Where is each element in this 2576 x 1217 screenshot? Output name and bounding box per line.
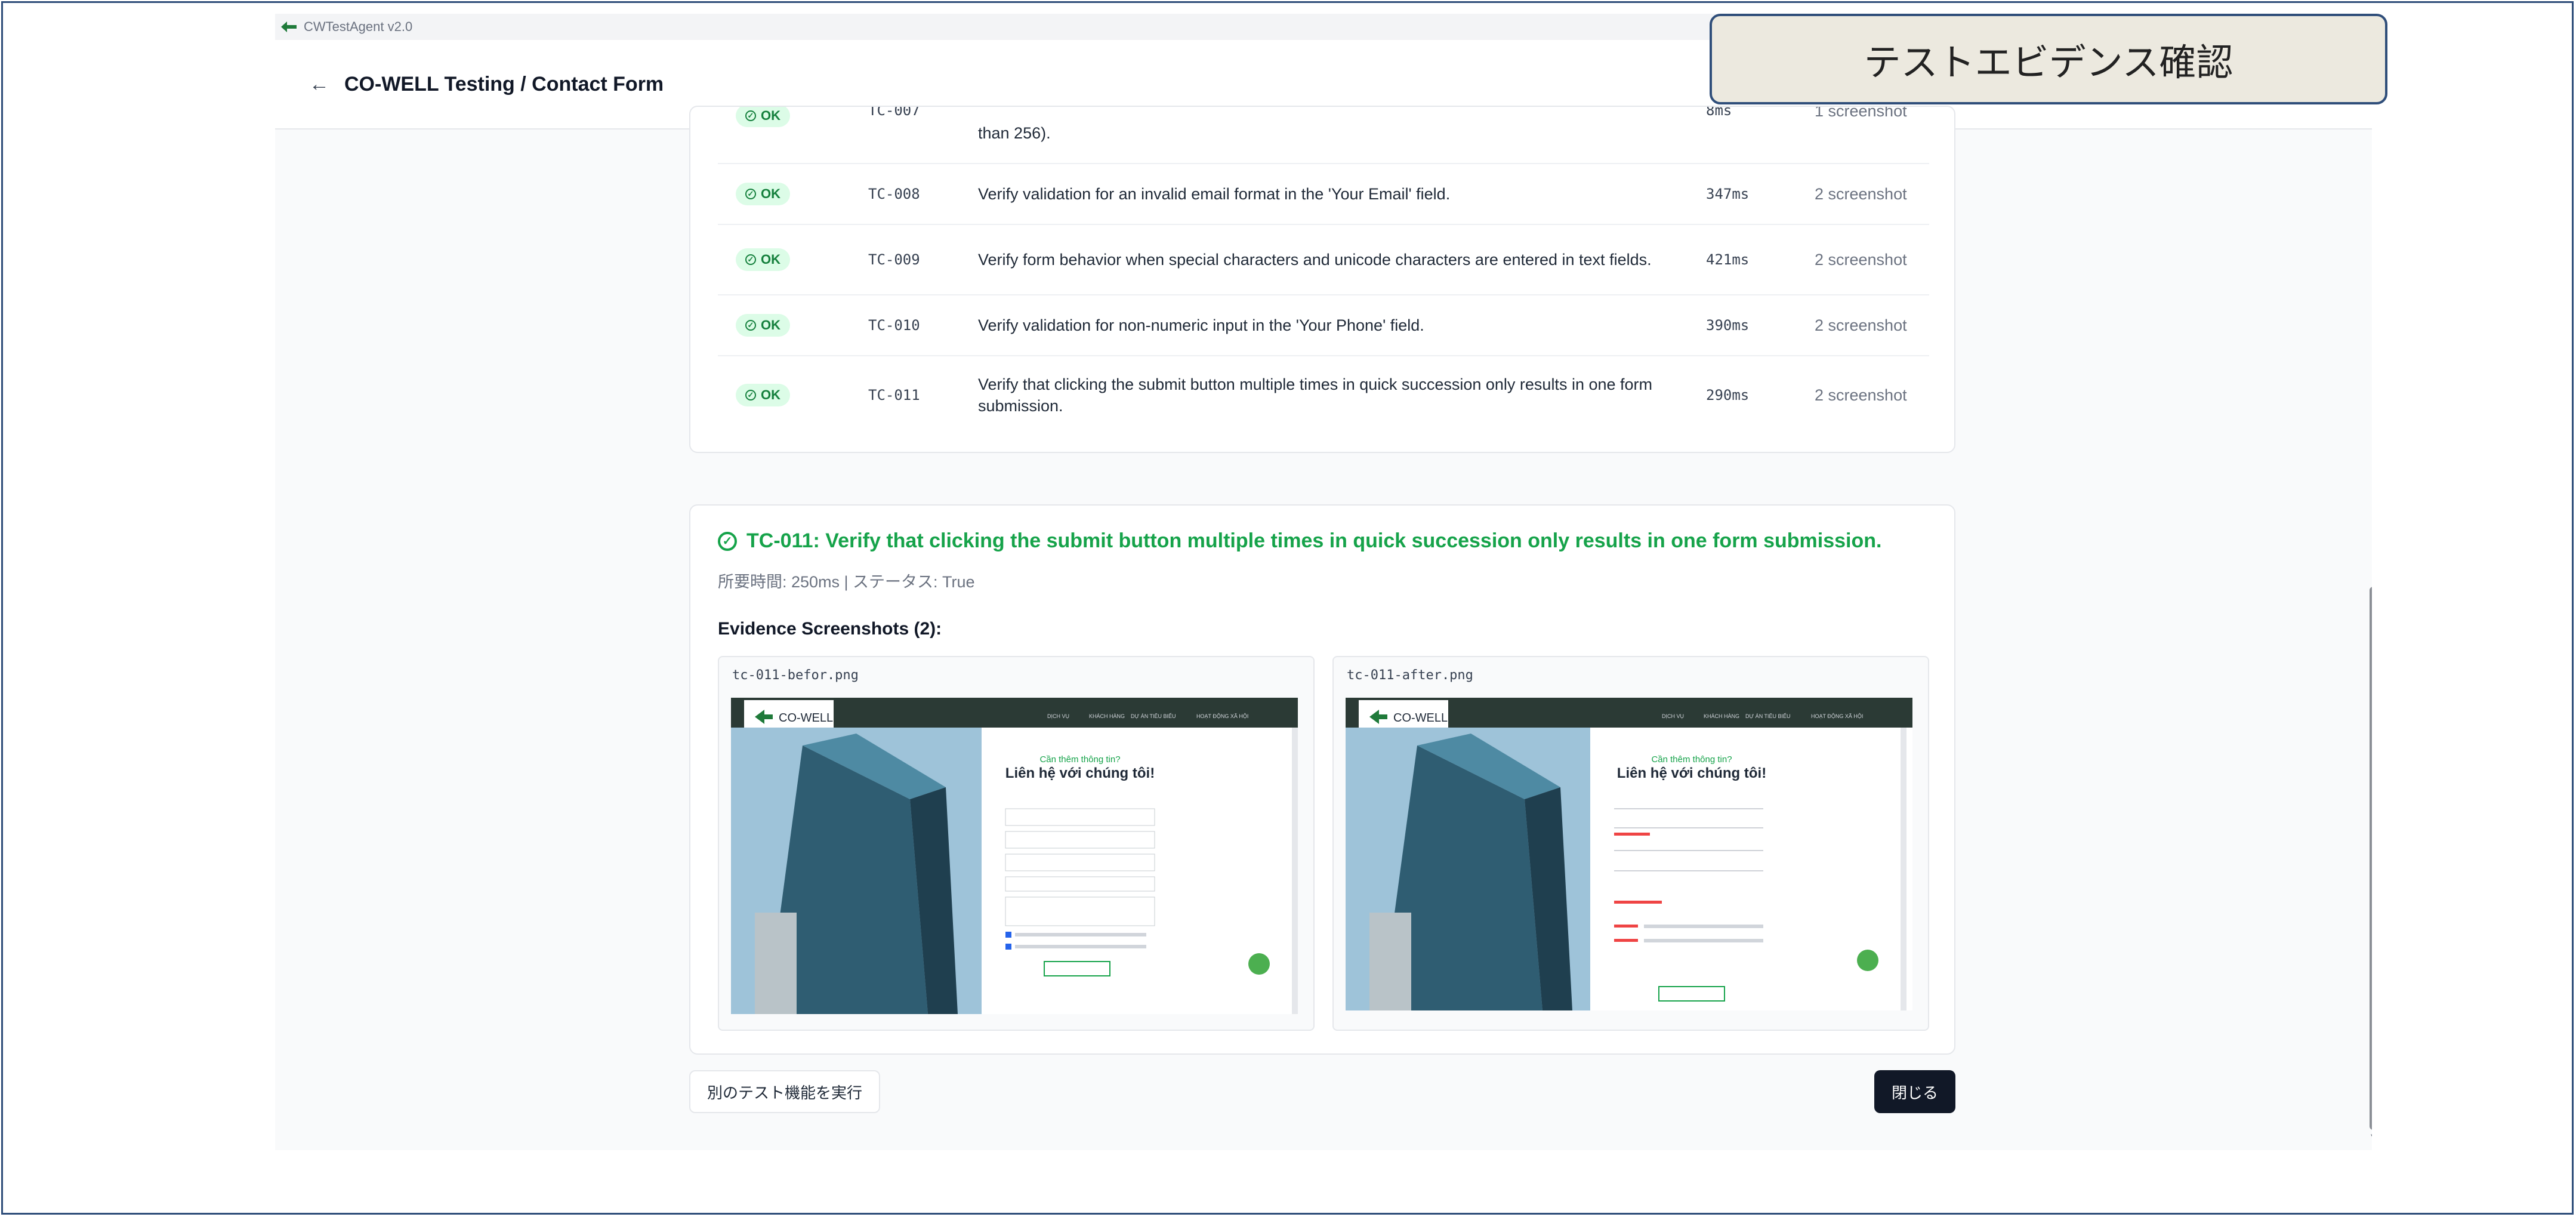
- screenshot-subheading: Cần thêm thông tin?: [1039, 754, 1120, 765]
- scrollbar-thumb[interactable]: [2370, 587, 2372, 1130]
- test-description: Verify validation for non-numeric input …: [978, 316, 1424, 334]
- page-title: CO-WELL Testing / Contact Form: [344, 72, 664, 95]
- screenshot-nav-3: DỰ ÁN TIÊU BIỂU: [1131, 713, 1176, 719]
- screenshot-heading: Liên hệ với chúng tôi!: [1617, 765, 1766, 781]
- main-content: ✓ OK TC-007 than 256). 8ms 1 screenshot ✓…: [689, 106, 1955, 1055]
- check-circle-icon: ✓: [718, 531, 737, 551]
- screenshot-filename: tc-011-befor.png: [732, 668, 859, 683]
- screenshot-thumbnail[interactable]: CO-WELL DỊCH VỤ KHÁCH HÀNG DỰ ÁN TIÊU BI…: [1346, 698, 1912, 1010]
- test-description: Verify validation for an invalid email f…: [978, 185, 1451, 203]
- screenshot-frame: CWTestAgent v2.0 ← CO-WELL Testing / Con…: [1, 1, 2574, 1215]
- status-badge: ✓ OK: [736, 384, 790, 406]
- check-circle-icon: ✓: [745, 390, 756, 400]
- table-row[interactable]: ✓ OK TC-008 Verify validation for an inva…: [718, 164, 1929, 225]
- annotation-callout: テストエビデンス確認: [1710, 14, 2387, 104]
- screenshot-count-link[interactable]: 1 screenshot: [1815, 107, 1907, 121]
- test-duration: 8ms: [1706, 106, 1732, 119]
- screenshot-nav-1: DỊCH VỤ: [1662, 713, 1684, 719]
- screenshot-heading: Liên hệ với chúng tôi!: [1005, 765, 1155, 781]
- scroll-down-arrow-icon[interactable]: ▼: [2368, 1131, 2372, 1145]
- check-circle-icon: ✓: [745, 320, 756, 331]
- screenshot-card[interactable]: tc-011-after.png CO-WELL DỊCH VỤ KHÁCH H…: [1332, 656, 1929, 1031]
- results-table: ✓ OK TC-007 than 256). 8ms 1 screenshot ✓…: [689, 106, 1955, 453]
- test-detail-card: ✓ TC-011: Verify that clicking the submi…: [689, 504, 1955, 1055]
- screenshot-filename: tc-011-after.png: [1347, 668, 1473, 683]
- screenshot-count-link[interactable]: 2 screenshot: [1815, 251, 1907, 269]
- test-case-id: TC-008: [868, 186, 920, 202]
- arrow-left-icon: ←: [309, 72, 329, 95]
- test-description: than 256).: [978, 124, 1051, 142]
- detail-meta: 所要時間: 250ms | ステータス: True: [718, 573, 975, 591]
- screenshot-count-link[interactable]: 2 screenshot: [1815, 386, 1907, 405]
- screenshot-nav-4: HOẠT ĐỘNG XÃ HỘI: [1196, 713, 1248, 719]
- screenshot-thumbnail[interactable]: CO-WELL DỊCH VỤ KHÁCH HÀNG DỰ ÁN TIÊU BI…: [731, 698, 1298, 1014]
- screenshot-image: CO-WELL DỊCH VỤ KHÁCH HÀNG DỰ ÁN TIÊU BI…: [1346, 698, 1912, 1010]
- table-row[interactable]: ✓ OK TC-007 than 256). 8ms 1 screenshot: [718, 107, 1929, 164]
- screenshot-nav-3: DỰ ÁN TIÊU BIỂU: [1745, 713, 1791, 719]
- table-row[interactable]: ✓ OK TC-009 Verify form behavior when spe…: [718, 225, 1929, 295]
- table-row[interactable]: ✓ OK TC-011 Verify that clicking the subm…: [718, 356, 1929, 434]
- back-button[interactable]: ←: [301, 66, 337, 102]
- screenshot-logo-text: CO-WELL: [1393, 711, 1448, 725]
- close-button[interactable]: 閉じる: [1874, 1070, 1955, 1113]
- status-badge: ✓ OK: [736, 314, 790, 337]
- screenshot-logo-text: CO-WELL: [779, 711, 833, 725]
- screenshot-image: CO-WELL DỊCH VỤ KHÁCH HÀNG DỰ ÁN TIÊU BI…: [731, 698, 1298, 1014]
- test-description: Verify form behavior when special charac…: [978, 251, 1652, 269]
- test-description: Verify that clicking the submit button m…: [978, 375, 1653, 415]
- screenshot-card[interactable]: tc-011-befor.png CO-WELL DỊCH VỤ KHÁCH H…: [718, 656, 1315, 1031]
- test-case-id: TC-009: [868, 251, 920, 268]
- test-case-id: TC-010: [868, 317, 920, 334]
- table-row[interactable]: ✓ OK TC-010 Verify validation for non-num…: [718, 295, 1929, 356]
- check-circle-icon: ✓: [745, 254, 756, 265]
- screenshot-subheading: Cần thêm thông tin?: [1651, 754, 1732, 765]
- check-circle-icon: ✓: [745, 189, 756, 199]
- check-circle-icon: ✓: [745, 110, 756, 121]
- detail-title: ✓ TC-011: Verify that clicking the submi…: [718, 529, 1881, 553]
- window-title: CWTestAgent v2.0: [304, 19, 413, 34]
- screenshot-count-link[interactable]: 2 screenshot: [1815, 185, 1907, 204]
- status-badge: ✓ OK: [736, 107, 790, 127]
- app-window: CWTestAgent v2.0 ← CO-WELL Testing / Con…: [275, 14, 2372, 1150]
- screenshot-nav-4: HOẠT ĐỘNG XÃ HỘI: [1811, 713, 1863, 719]
- test-duration: 347ms: [1706, 186, 1750, 202]
- test-duration: 421ms: [1706, 251, 1750, 268]
- test-case-id: TC-007: [868, 106, 920, 119]
- test-case-id: TC-011: [868, 387, 920, 403]
- run-other-test-button[interactable]: 別のテスト機能を実行: [689, 1070, 881, 1113]
- status-badge: ✓ OK: [736, 183, 790, 205]
- screenshot-nav-2: KHÁCH HÀNG: [1089, 713, 1125, 719]
- evidence-label: Evidence Screenshots (2):: [718, 619, 942, 639]
- test-duration: 290ms: [1706, 387, 1750, 403]
- screenshot-count-link[interactable]: 2 screenshot: [1815, 316, 1907, 335]
- screenshot-nav-2: KHÁCH HÀNG: [1704, 713, 1739, 719]
- screenshot-nav-1: DỊCH VỤ: [1047, 713, 1069, 719]
- test-duration: 390ms: [1706, 317, 1750, 334]
- app-logo-icon: [281, 21, 297, 32]
- status-badge: ✓ OK: [736, 248, 790, 271]
